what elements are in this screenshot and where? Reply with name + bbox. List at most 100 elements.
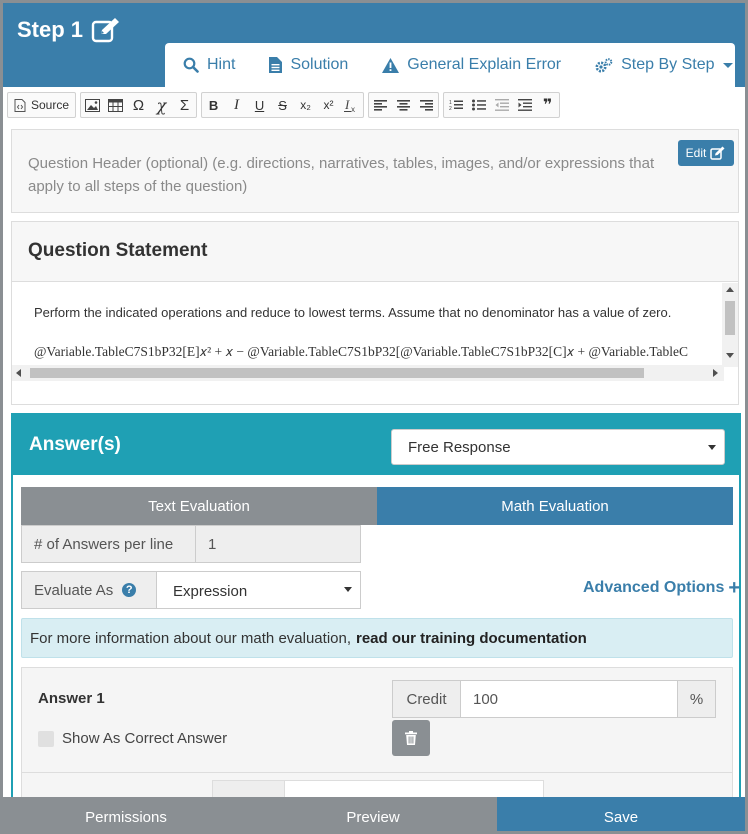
source-icon [14,98,26,112]
tab-general-explain-error[interactable]: General Explain Error [382,56,561,74]
table-button[interactable] [104,93,127,117]
help-icon[interactable]: ? [122,583,137,597]
tab-solution[interactable]: Solution [269,56,348,74]
step-title-text: Step 1 [17,17,84,42]
align-left-button[interactable] [369,93,392,117]
response-type-select[interactable]: Free Response [391,429,725,465]
preview-button[interactable]: Preview [249,797,497,831]
source-button[interactable]: Source [8,93,75,117]
superscript-label: x² [323,98,334,112]
underline-label: U [254,97,265,113]
editor-toolbar: Source Ω 𝜒 Σ B I U S x₂ x² I x 1 2 ❞ [3,87,745,123]
step-header: Step 1 Hint Solution General Explain Err… [3,3,745,87]
answers-title: Answer(s) [29,434,121,455]
question-statement-line-2: @Variable.TableC7S1bP32[E]𝑥² + 𝑥 − @Vari… [34,344,689,359]
strike-label: S [278,97,287,113]
response-type-value: Free Response [408,439,511,456]
align-center-button[interactable] [392,93,415,117]
align-right-button[interactable] [415,93,438,117]
blockquote-button[interactable]: ❞ [536,93,559,117]
numbered-list-icon: 1 2 [449,100,463,111]
indent-icon [517,99,532,111]
evaluate-as-label: Evaluate As [34,581,114,599]
bullet-list-icon [471,99,486,111]
answers-per-line-input[interactable]: 1 [196,526,360,562]
indent-button[interactable] [513,93,536,117]
numbered-list-button[interactable]: 1 2 [444,93,467,117]
italic-label: I [234,96,240,113]
chevron-down-icon [344,587,352,592]
bottom-action-bar: Permissions Preview Save [3,797,745,831]
edit-icon[interactable] [91,17,123,43]
tab-general-explain-error-label: General Explain Error [407,56,562,73]
italic-button[interactable]: I [225,93,248,117]
image-icon [85,98,101,112]
underline-button[interactable]: U [248,93,271,117]
scroll-right-arrow[interactable] [713,369,718,377]
credit-input[interactable]: 100 [461,681,677,717]
subscript-button[interactable]: x₂ [294,93,317,117]
image-button[interactable] [81,93,104,117]
save-button[interactable]: Save [497,797,745,831]
delete-answer-button[interactable] [392,720,430,756]
credit-field: Credit 100 % [392,680,716,718]
source-label: Source [31,98,70,112]
training-documentation-link[interactable]: read our training documentation [356,630,587,647]
answers-header: Answer(s) Free Response [13,415,739,475]
answer-1-divider [22,772,732,773]
table-icon [108,98,124,112]
chevron-down-icon [708,445,716,450]
evaluate-as-select[interactable]: Expression [157,572,360,608]
tab-step-by-step-label: Step By Step [621,56,715,73]
sigma-label: Σ [179,96,190,114]
toolbar-group-format: B I U S x₂ x² I x [201,92,365,118]
strikethrough-button[interactable]: S [271,93,294,117]
special-char-button[interactable]: Ω [127,93,150,117]
svg-text:I: I [344,98,350,112]
question-statement-line-1: Perform the indicated operations and red… [34,305,672,320]
step-tabs: Hint Solution General Explain Error Step… [165,43,735,87]
question-statement-panel: Question Statement Perform the indicated… [11,221,739,405]
scroll-up-arrow[interactable] [726,287,734,292]
tab-hint[interactable]: Hint [183,56,235,74]
sigma-button[interactable]: Σ [173,93,196,117]
permissions-button[interactable]: Permissions [3,797,249,831]
tab-hint-label: Hint [207,56,236,73]
chi-label: 𝜒 [156,95,167,115]
info-text: For more information about our math eval… [30,629,351,647]
bullet-list-button[interactable] [467,93,490,117]
trash-icon [405,731,417,745]
align-left-icon [374,99,388,111]
document-icon [269,57,283,73]
percent-addon: % [677,681,715,717]
horizontal-scroll-thumb[interactable] [30,368,644,378]
evaluate-as-field: Evaluate As ? Expression [21,571,361,609]
remove-format-button[interactable]: I x [340,93,363,117]
align-center-icon [397,99,411,111]
tab-step-by-step[interactable]: Step By Step [595,56,733,74]
quote-icon: ❞ [542,97,553,114]
question-header-line-1: Question Header (optional) (e.g. directi… [28,155,655,172]
warning-icon [382,57,400,73]
vertical-scrollbar[interactable] [722,283,738,367]
scroll-down-arrow[interactable] [726,353,734,358]
toolbar-group-insert: Ω 𝜒 Σ [80,92,198,118]
toolbar-group-lists: 1 2 ❞ [443,92,561,118]
math-button[interactable]: 𝜒 [150,93,173,117]
outdent-icon [494,99,509,111]
vertical-scroll-thumb[interactable] [725,301,735,335]
show-as-correct-answer[interactable]: Show As Correct Answer [38,730,227,747]
outdent-button[interactable] [490,93,513,117]
bold-button[interactable]: B [202,93,225,117]
question-statement-title: Question Statement [12,222,738,282]
superscript-button[interactable]: x² [317,93,340,117]
horizontal-scrollbar[interactable] [12,365,724,381]
tab-text-evaluation[interactable]: Text Evaluation [21,487,377,525]
remove-format-icon: I x [344,98,355,113]
show-as-correct-checkbox[interactable] [38,730,54,747]
tab-math-evaluation[interactable]: Math Evaluation [377,487,733,525]
question-header-field[interactable]: Question Header (optional) (e.g. directi… [11,129,739,213]
question-header-edit-button[interactable]: Edit [678,140,734,166]
scroll-left-arrow[interactable] [16,369,21,377]
advanced-options-link[interactable]: Advanced Options + [583,578,740,598]
